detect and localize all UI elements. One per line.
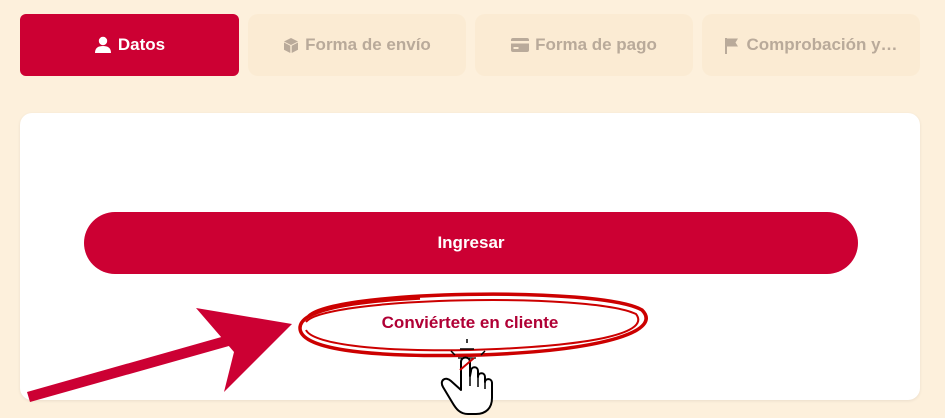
tab-label: Datos [117, 35, 166, 54]
flag-icon [725, 37, 739, 54]
login-button[interactable]: Ingresar [84, 212, 858, 274]
user-icon [94, 36, 111, 53]
tab-datos[interactable]: Datos [20, 14, 239, 76]
tab-label: Forma de envío [305, 35, 431, 54]
checkout-steps: Datos Forma de envío Forma de pago Compr… [20, 14, 920, 76]
credit-card-icon [511, 38, 530, 52]
tab-forma-de-envio[interactable]: Forma de envío [248, 14, 466, 76]
register-link[interactable]: Conviértete en cliente [320, 313, 620, 333]
tab-label: Comprobación y… [746, 35, 898, 54]
login-card: Ingresar Conviértete en cliente [20, 113, 920, 400]
box-icon [284, 37, 299, 53]
tab-forma-de-pago[interactable]: Forma de pago [475, 14, 693, 76]
tab-comprobacion[interactable]: Comprobación y… [702, 14, 920, 76]
tab-label: Forma de pago [535, 35, 657, 54]
